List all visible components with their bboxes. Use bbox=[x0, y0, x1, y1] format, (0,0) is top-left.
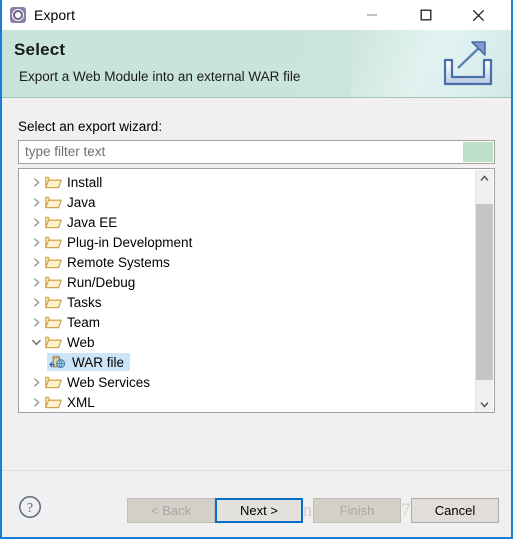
chevron-right-icon[interactable] bbox=[27, 252, 45, 272]
folder-icon bbox=[45, 214, 63, 230]
folder-icon bbox=[45, 294, 63, 310]
tree-row-content: Tasks bbox=[45, 294, 102, 310]
help-question-icon[interactable]: ? bbox=[18, 495, 42, 519]
chevron-right-icon[interactable] bbox=[27, 392, 45, 412]
scrollbar-thumb[interactable] bbox=[476, 204, 493, 380]
page-description: Export a Web Module into an external WAR… bbox=[19, 69, 301, 84]
tree-row[interactable]: Plug-in Development bbox=[19, 232, 474, 252]
tree-row[interactable]: Run/Debug bbox=[19, 272, 474, 292]
filter-field-wrapper[interactable] bbox=[18, 140, 495, 164]
tree-row[interactable]: Install bbox=[19, 172, 474, 192]
wizard-select-label: Select an export wizard: bbox=[18, 119, 163, 134]
tree-row[interactable]: Web Services bbox=[19, 372, 474, 392]
export-wizard-tree[interactable]: Install Java Java EE Plug-in Development Rem… bbox=[18, 168, 495, 413]
scroll-down-arrow-icon[interactable] bbox=[476, 396, 493, 412]
chevron-right-icon[interactable] bbox=[27, 172, 45, 192]
tree-row[interactable]: Tasks bbox=[19, 292, 474, 312]
cancel-button[interactable]: Cancel bbox=[411, 498, 499, 523]
chevron-right-icon[interactable] bbox=[27, 312, 45, 332]
tree-item-label: WAR file bbox=[72, 354, 125, 370]
scroll-up-arrow-icon[interactable] bbox=[476, 170, 493, 187]
tree-item-label: Install bbox=[67, 174, 103, 190]
back-button[interactable]: < Back bbox=[127, 498, 215, 523]
tree-item-label: Run/Debug bbox=[67, 274, 136, 290]
tree-row-content: Web Services bbox=[45, 374, 150, 390]
folder-icon bbox=[45, 274, 63, 290]
tree-item-label: Web Services bbox=[67, 374, 151, 390]
next-button[interactable]: Next > bbox=[215, 498, 303, 523]
tree-row[interactable]: Remote Systems bbox=[19, 252, 474, 272]
tree-item-label: XML bbox=[67, 394, 95, 410]
tree-item-label: Java bbox=[67, 194, 96, 210]
filter-accent-swatch bbox=[463, 142, 493, 162]
export-tray-arrow-icon bbox=[439, 38, 497, 90]
export-wizard-window: Export Select Export a Web Module into a… bbox=[0, 0, 513, 539]
close-icon[interactable] bbox=[455, 0, 501, 30]
chevron-right-icon[interactable] bbox=[27, 272, 45, 292]
tree-row-content: Team bbox=[45, 314, 100, 330]
window-title: Export bbox=[34, 7, 76, 23]
chevron-right-icon[interactable] bbox=[27, 292, 45, 312]
tree-row[interactable]: Java EE bbox=[19, 212, 474, 232]
tree-row-content: Java bbox=[45, 194, 96, 210]
chevron-right-icon[interactable] bbox=[27, 232, 45, 252]
tree-row-content: Web bbox=[45, 334, 95, 350]
wizard-body: Select an export wizard: Install Java Java… bbox=[2, 98, 511, 470]
tree-item-label: Tasks bbox=[67, 294, 102, 310]
tree-row[interactable]: WAR file bbox=[19, 352, 474, 372]
svg-text:?: ? bbox=[27, 501, 33, 516]
tree-item-label: Plug-in Development bbox=[67, 234, 193, 250]
tree-row-content: WAR file bbox=[47, 353, 131, 371]
folder-icon bbox=[45, 234, 63, 250]
tree-row[interactable]: Team bbox=[19, 312, 474, 332]
search-input[interactable] bbox=[19, 142, 463, 162]
folder-icon bbox=[45, 254, 63, 270]
export-gear-icon bbox=[10, 7, 26, 23]
tree-item-label: Java EE bbox=[67, 214, 118, 230]
tree-scrollbar[interactable] bbox=[475, 170, 493, 412]
folder-icon bbox=[45, 314, 63, 330]
folder-icon bbox=[45, 394, 63, 410]
chevron-right-icon[interactable] bbox=[27, 192, 45, 212]
tree-row-content: Run/Debug bbox=[45, 274, 135, 290]
minimize-icon[interactable] bbox=[349, 0, 395, 30]
tree-row[interactable]: Web bbox=[19, 332, 474, 352]
chevron-down-icon[interactable] bbox=[27, 332, 45, 352]
tree-item-label: Team bbox=[67, 314, 101, 330]
tree-row-content: Install bbox=[45, 174, 102, 190]
tree-row-content: Plug-in Development bbox=[45, 234, 192, 250]
tree-item-label: Web bbox=[67, 334, 95, 350]
wizard-header-banner: Select Export a Web Module into an exter… bbox=[2, 30, 511, 98]
tree-list: Install Java Java EE Plug-in Development Rem… bbox=[19, 172, 474, 412]
maximize-icon[interactable] bbox=[403, 0, 449, 30]
window-titlebar: Export bbox=[2, 0, 511, 30]
folder-icon bbox=[45, 194, 63, 210]
folder-icon bbox=[45, 334, 63, 350]
tree-row-content: Java EE bbox=[45, 214, 117, 230]
finish-button[interactable]: Finish bbox=[313, 498, 401, 523]
war-file-icon bbox=[49, 354, 67, 370]
tree-row-content: XML bbox=[45, 394, 95, 410]
tree-row[interactable]: Java bbox=[19, 192, 474, 212]
folder-icon bbox=[45, 374, 63, 390]
tree-item-label: Remote Systems bbox=[67, 254, 170, 270]
tree-row[interactable]: XML bbox=[19, 392, 474, 412]
tree-row-content: Remote Systems bbox=[45, 254, 170, 270]
chevron-right-icon[interactable] bbox=[27, 212, 45, 232]
page-title: Select bbox=[14, 40, 66, 59]
folder-icon bbox=[45, 174, 63, 190]
chevron-right-icon[interactable] bbox=[27, 372, 45, 392]
